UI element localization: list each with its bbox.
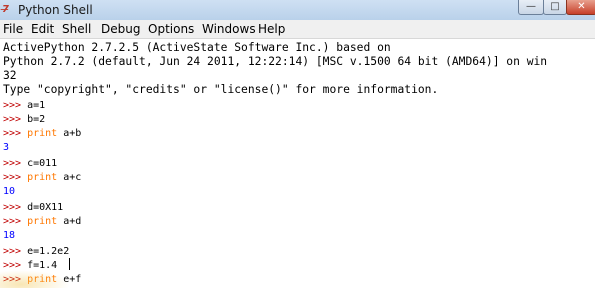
shell-line: >>> e=1.2e2 [3,245,69,259]
window-title: Python Shell [18,3,93,17]
shell-line: >>> b=2 [3,113,45,127]
menu-options[interactable]: Options [148,22,194,36]
code-text: c=011 [21,158,58,169]
python-app-icon: 7̶ [2,4,9,15]
banner-line: 32 [3,69,17,82]
shell-line: >>> a=1 [3,99,45,113]
code-text: a=1 [21,100,46,111]
close-button[interactable]: ✕ [566,0,595,15]
output-line: 18 [3,230,16,241]
code-text: d=0X11 [21,202,64,213]
banner-line: ActivePython 2.7.2.5 (ActiveState Softwa… [3,41,391,54]
banner-line: Python 2.7.2 (default, Jun 24 2011, 12:2… [3,55,548,68]
code-text: a+d [57,216,82,227]
print-keyword: print [27,172,58,183]
shell-text-area[interactable]: ActivePython 2.7.2.5 (ActiveState Softwa… [0,39,595,288]
maximize-button[interactable]: □ [543,0,567,15]
decorative-overlay [0,270,70,288]
shell-line: >>> c=011 [3,157,57,171]
prompt: >>> [3,128,22,139]
shell-line: >>> print a+c [3,171,81,185]
menu-windows[interactable]: Windows [202,22,256,36]
banner-line: Type "copyright", "credits" or "license(… [3,83,439,96]
text-cursor [69,258,70,270]
code-text: e=1.2e2 [21,246,70,257]
print-keyword: print [27,216,58,227]
menu-debug[interactable]: Debug [101,22,140,36]
menu-bar: File Edit Shell Debug Options Windows He… [0,20,595,39]
shell-line: >>> print a+b [3,127,81,141]
menu-file[interactable]: File [3,22,23,36]
code-text: a+b [57,128,82,139]
prompt: >>> [3,202,22,213]
prompt: >>> [3,172,22,183]
menu-help[interactable]: Help [258,22,285,36]
prompt: >>> [3,114,22,125]
menu-edit[interactable]: Edit [31,22,54,36]
output-line: 3 [3,142,10,153]
code-text: a+c [57,172,82,183]
menu-shell[interactable]: Shell [62,22,91,36]
title-bar: 7̶ Python Shell — □ ✕ [0,0,595,21]
minimize-button[interactable]: — [518,0,544,15]
prompt: >>> [3,216,22,227]
prompt: >>> [3,246,22,257]
prompt: >>> [3,158,22,169]
prompt: >>> [3,100,22,111]
shell-line: >>> print a+d [3,215,81,229]
shell-line: >>> d=0X11 [3,201,63,215]
output-line: 10 [3,186,16,197]
code-text: b=2 [21,114,46,125]
print-keyword: print [27,128,58,139]
